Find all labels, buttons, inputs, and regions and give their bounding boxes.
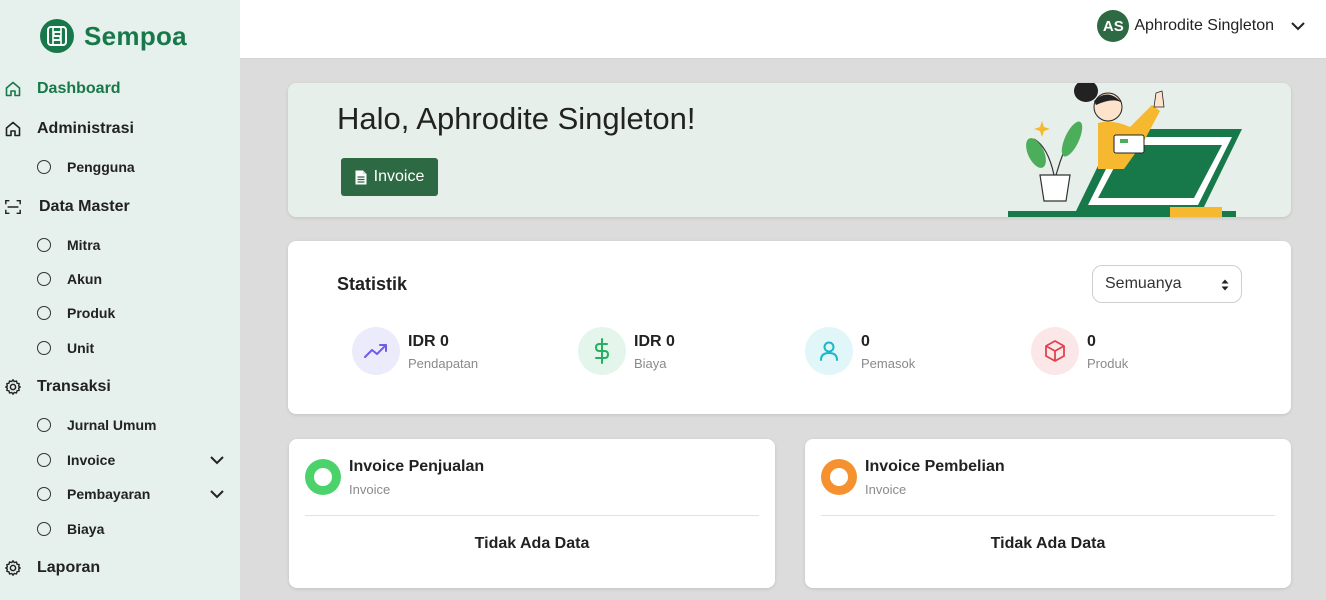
- sidebar-item-pembayaran[interactable]: Pembayaran: [0, 481, 240, 507]
- welcome-illustration: [1008, 83, 1242, 217]
- circle-icon: [37, 418, 51, 432]
- sidebar-item-label: Administrasi: [37, 120, 134, 137]
- stat-value: 0: [861, 333, 870, 350]
- document-icon: [355, 170, 367, 184]
- stat-label: Pemasok: [861, 356, 916, 371]
- period-select-value: Semuanya: [1105, 275, 1182, 292]
- sidebar-item-label: Produk: [67, 305, 116, 321]
- circle-icon: [37, 238, 51, 252]
- sidebar: Sempoa Dashboard Administrasi Pengguna D…: [0, 0, 240, 600]
- sidebar-item-label: Jurnal Umum: [67, 417, 157, 433]
- sidebar-item-administrasi[interactable]: Administrasi: [0, 116, 240, 142]
- circle-icon: [37, 522, 51, 536]
- empty-state-text: Tidak Ada Data: [990, 535, 1106, 552]
- sidebar-item-label: Unit: [67, 340, 95, 356]
- sidebar-item-mitra[interactable]: Mitra: [0, 232, 240, 258]
- sidebar-item-label: Mitra: [67, 237, 101, 253]
- trending-up-icon: [352, 327, 400, 375]
- sidebar-item-label: Biaya: [67, 521, 105, 537]
- sidebar-item-unit[interactable]: Unit: [0, 335, 240, 361]
- user-icon: [805, 327, 853, 375]
- invoice-pembelian-card: Invoice Pembelian Invoice Tidak Ada Data: [805, 439, 1291, 588]
- circle-icon: [37, 272, 51, 286]
- select-arrows-icon: [1221, 279, 1229, 291]
- stat-value: IDR 0: [634, 333, 675, 350]
- sidebar-item-produk[interactable]: Produk: [0, 300, 240, 326]
- chevron-down-icon[interactable]: [1288, 16, 1308, 36]
- stat-label: Biaya: [634, 356, 667, 371]
- sidebar-item-pengguna[interactable]: Pengguna: [0, 154, 240, 180]
- divider: [821, 515, 1275, 516]
- scan-icon: [4, 198, 22, 216]
- sidebar-item-jurnal-umum[interactable]: Jurnal Umum: [0, 412, 240, 438]
- invoice-card-subtitle: Invoice: [349, 482, 391, 497]
- brand-logo[interactable]: Sempoa: [40, 16, 187, 56]
- invoice-card-title: Invoice Penjualan: [349, 458, 485, 475]
- sidebar-item-label: Laporan: [37, 559, 101, 576]
- stat-label: Produk: [1087, 356, 1129, 371]
- welcome-card: Halo, Aphrodite Singleton! Invoice: [288, 83, 1291, 217]
- circle-icon: [37, 487, 51, 501]
- welcome-greeting: Halo, Aphrodite Singleton!: [337, 101, 696, 136]
- empty-state-text: Tidak Ada Data: [474, 535, 590, 552]
- box-icon: [1031, 327, 1079, 375]
- chevron-down-icon[interactable]: [207, 450, 227, 470]
- user-menu[interactable]: AS Aphrodite Singleton: [1097, 10, 1308, 42]
- sidebar-item-transaksi[interactable]: Transaksi: [0, 374, 240, 400]
- stat-label: Pendapatan: [408, 356, 479, 371]
- sidebar-item-biaya[interactable]: Biaya: [0, 516, 240, 542]
- invoice-card-title: Invoice Pembelian: [865, 458, 1005, 475]
- statistics-title: Statistik: [337, 274, 408, 294]
- period-select[interactable]: Semuanya: [1092, 265, 1242, 303]
- sempoa-logo-icon: [40, 19, 74, 53]
- sidebar-item-label: Transaksi: [37, 378, 111, 395]
- sidebar-item-dashboard[interactable]: Dashboard: [0, 76, 240, 102]
- invoice-button-label: Invoice: [373, 168, 425, 185]
- sidebar-item-label: Data Master: [39, 198, 130, 215]
- invoice-penjualan-card: Invoice Penjualan Invoice Tidak Ada Data: [289, 439, 775, 588]
- status-ring-icon: [821, 459, 857, 495]
- home-icon: [4, 120, 22, 138]
- stat-value: IDR 0: [408, 333, 449, 350]
- sidebar-item-invoice[interactable]: Invoice: [0, 447, 240, 473]
- divider: [305, 515, 759, 516]
- circle-icon: [37, 453, 51, 467]
- gear-icon: [4, 559, 22, 577]
- gear-icon: [4, 378, 22, 396]
- sidebar-item-label: Invoice: [67, 452, 116, 468]
- circle-icon: [37, 341, 51, 355]
- invoice-card-subtitle: Invoice: [865, 482, 907, 497]
- chevron-down-icon[interactable]: [207, 484, 227, 504]
- sidebar-item-label: Pengguna: [67, 159, 135, 175]
- stat-value: 0: [1087, 333, 1096, 350]
- home-icon: [4, 80, 22, 98]
- sidebar-item-data-master[interactable]: Data Master: [0, 194, 240, 220]
- sidebar-item-laporan[interactable]: Laporan: [0, 555, 240, 581]
- brand-name: Sempoa: [84, 20, 187, 51]
- dollar-icon: [578, 327, 626, 375]
- invoice-button[interactable]: Invoice: [341, 158, 438, 196]
- sidebar-item-akun[interactable]: Akun: [0, 266, 240, 292]
- top-bar: AS Aphrodite Singleton: [240, 0, 1326, 59]
- avatar: AS: [1097, 10, 1130, 42]
- user-name: Aphrodite Singleton: [1134, 17, 1274, 34]
- sidebar-item-label: Akun: [67, 271, 102, 287]
- status-ring-icon: [305, 459, 341, 495]
- sidebar-item-label: Dashboard: [37, 80, 121, 97]
- statistics-card: Statistik Semuanya IDR 0 Pendapatan IDR …: [288, 241, 1291, 414]
- sidebar-item-label: Pembayaran: [67, 486, 151, 502]
- circle-icon: [37, 306, 51, 320]
- circle-icon: [37, 160, 51, 174]
